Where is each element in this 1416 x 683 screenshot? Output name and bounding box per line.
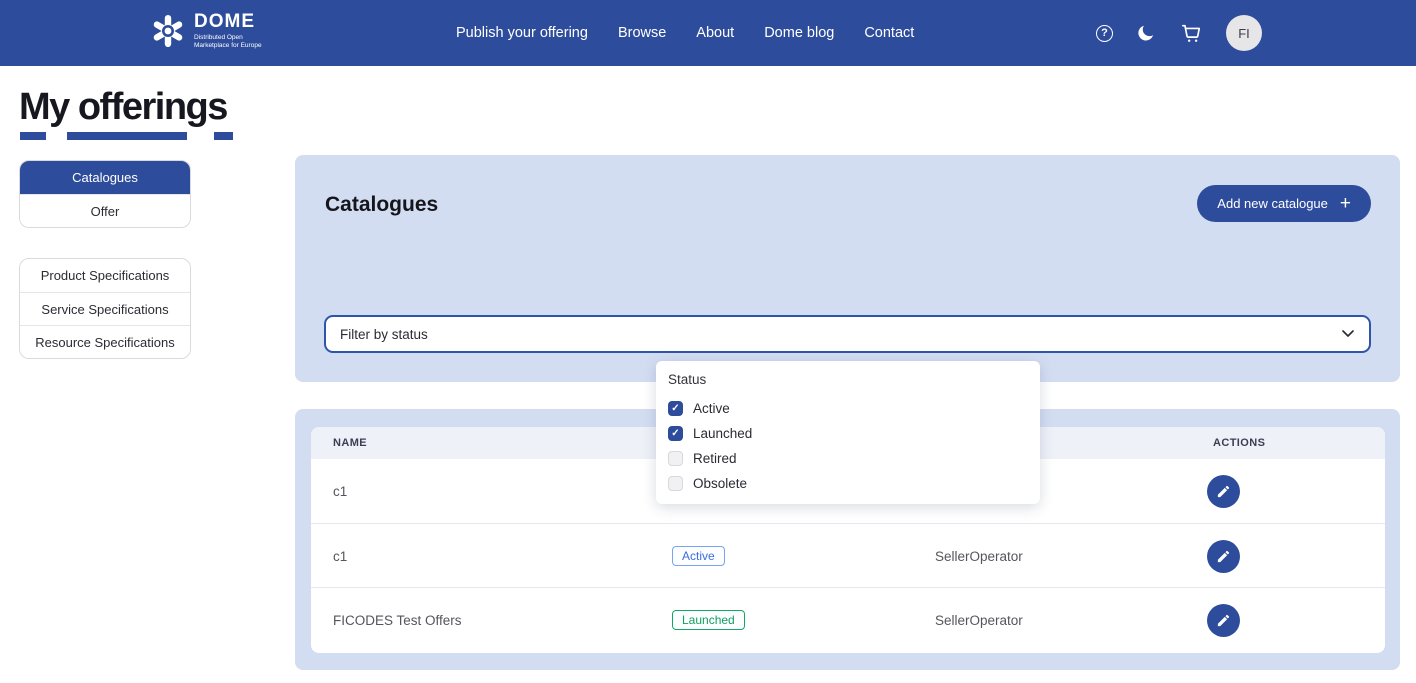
title-underline-segment	[20, 132, 46, 140]
pencil-icon	[1216, 549, 1231, 564]
option-launched[interactable]: Launched	[668, 421, 1028, 446]
catalogues-panel: Catalogues Add new catalogue + Filter by…	[295, 155, 1400, 382]
sidebar-item-offer[interactable]: Offer	[20, 194, 190, 227]
navbar-icons: ? FI	[1096, 0, 1262, 66]
dropdown-title: Status	[668, 372, 1028, 387]
nav-about[interactable]: About	[696, 25, 734, 41]
sidebar-item-catalogues[interactable]: Catalogues	[20, 161, 190, 194]
sidebar-item-resource-specifications[interactable]: Resource Specifications	[20, 325, 190, 358]
edit-catalogue-button[interactable]	[1207, 540, 1240, 573]
add-new-catalogue-button[interactable]: Add new catalogue +	[1197, 185, 1371, 222]
title-underline-segment	[67, 132, 187, 140]
edit-catalogue-button[interactable]	[1207, 604, 1240, 637]
option-obsolete[interactable]: Obsolete	[668, 471, 1028, 496]
brand-tagline: Distributed Open Marketplace for Europe	[194, 34, 262, 50]
page-title-block: My offerings	[19, 86, 227, 129]
status-badge-launched: Launched	[672, 610, 745, 630]
dome-star-icon	[150, 13, 186, 49]
catalogue-role: SellerOperator	[935, 524, 1023, 588]
top-navbar: DOME Distributed Open Marketplace for Eu…	[0, 0, 1416, 66]
plus-icon: +	[1340, 194, 1351, 213]
checkbox-obsolete[interactable]	[668, 476, 683, 491]
column-header-actions: ACTIONS	[1213, 427, 1265, 459]
main-navigation: Publish your offering Browse About Dome …	[456, 0, 914, 66]
sidebar-group-catalogues: Catalogues Offer	[19, 160, 191, 228]
checkbox-active[interactable]	[668, 401, 683, 416]
catalogue-name: FICODES Test Offers	[333, 588, 462, 652]
cart-icon[interactable]	[1179, 22, 1203, 44]
pencil-icon	[1216, 484, 1231, 499]
catalogue-role: SellerOperator	[935, 588, 1023, 652]
edit-catalogue-button[interactable]	[1207, 475, 1240, 508]
sidebar-item-service-specifications[interactable]: Service Specifications	[20, 292, 190, 325]
select-value: Filter by status	[340, 327, 428, 342]
status-filter-dropdown: Status Active Launched Retired Obsolete	[656, 361, 1040, 504]
chevron-down-icon	[1341, 325, 1355, 343]
nav-publish-your-offering[interactable]: Publish your offering	[456, 25, 588, 41]
sidebar-group-specifications: Product Specifications Service Specifica…	[19, 258, 191, 359]
checkbox-launched[interactable]	[668, 426, 683, 441]
panel-heading: Catalogues	[325, 193, 438, 217]
column-header-name: NAME	[333, 427, 367, 459]
catalogue-name: c1	[333, 524, 347, 588]
sidebar-item-product-specifications[interactable]: Product Specifications	[20, 259, 190, 292]
nav-contact[interactable]: Contact	[864, 25, 914, 41]
status-badge-active: Active	[672, 546, 725, 566]
pencil-icon	[1216, 613, 1231, 628]
checkbox-retired[interactable]	[668, 451, 683, 466]
table-row: FICODES Test Offers Launched SellerOpera…	[311, 587, 1385, 651]
page-title: My offerings	[19, 86, 227, 129]
user-avatar[interactable]: FI	[1226, 15, 1262, 51]
title-underline-segment	[214, 132, 233, 140]
help-icon[interactable]: ?	[1096, 25, 1113, 42]
dome-logo[interactable]: DOME Distributed Open Marketplace for Eu…	[150, 12, 262, 50]
table-row: c1 Active SellerOperator	[311, 523, 1385, 587]
option-active[interactable]: Active	[668, 396, 1028, 421]
nav-browse[interactable]: Browse	[618, 25, 666, 41]
catalogue-name: c1	[333, 459, 347, 523]
nav-dome-blog[interactable]: Dome blog	[764, 25, 834, 41]
option-retired[interactable]: Retired	[668, 446, 1028, 471]
brand-name: DOME	[194, 12, 262, 31]
dark-mode-moon-icon[interactable]	[1136, 23, 1156, 43]
filter-status-select[interactable]: Filter by status	[324, 315, 1371, 353]
